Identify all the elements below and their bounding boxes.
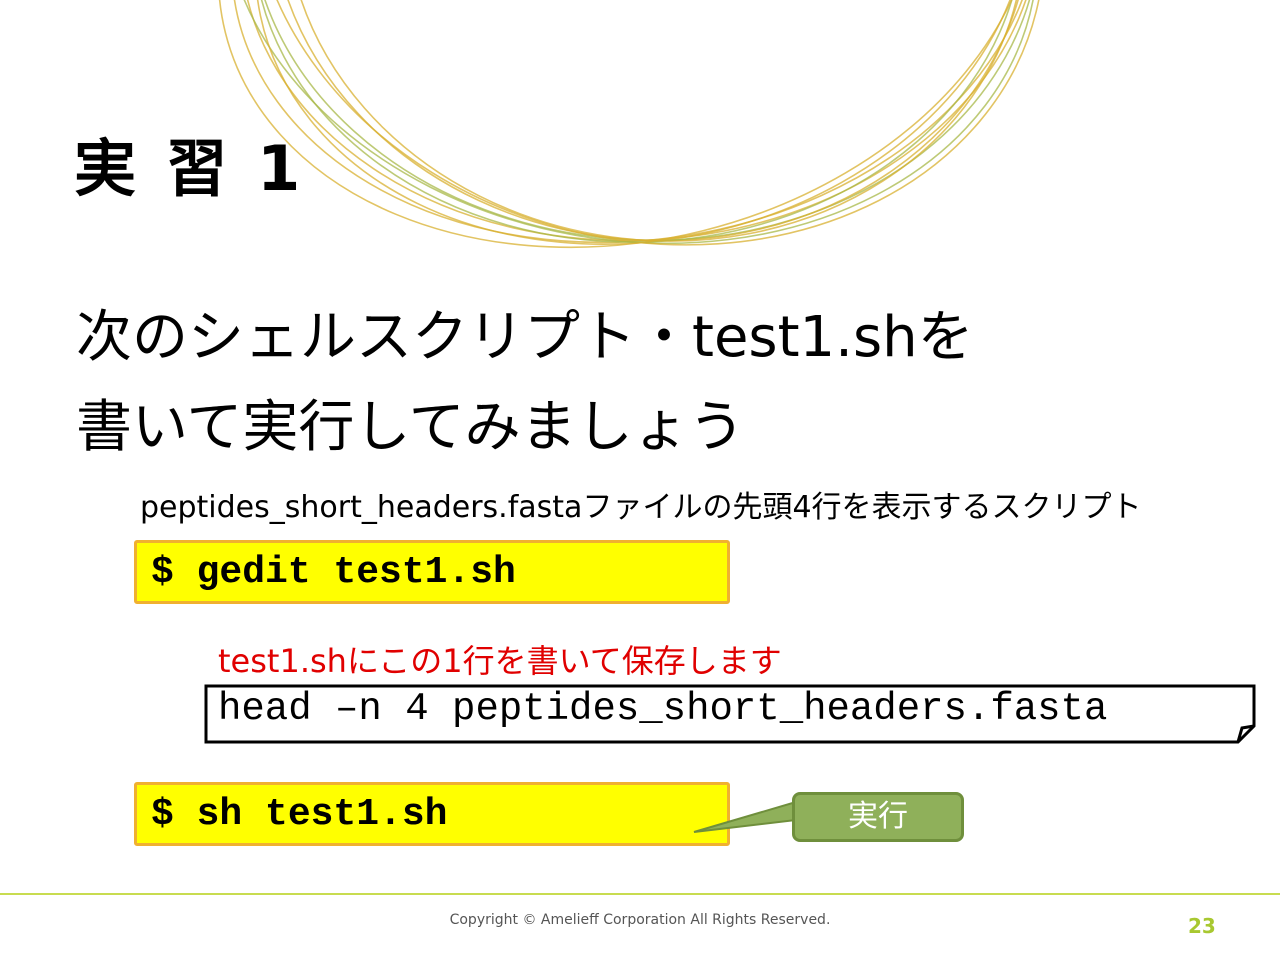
- ring-line: [269, 0, 1031, 242]
- heading-line-1: 次のシェルスクリプト・test1.shを: [76, 305, 974, 370]
- ring-line: [252, 0, 1024, 243]
- code-line: head –n 4 peptides_short_headers.fasta: [218, 687, 1108, 731]
- callout-pointer: [693, 800, 797, 833]
- slide-title: 実 習 1: [74, 132, 305, 205]
- ring-line: [230, 0, 1040, 244]
- footer-divider: [0, 893, 1280, 895]
- ring-line: [221, 0, 1039, 245]
- ring-line: [239, 0, 1041, 242]
- heading-line-2: 書いて実行してみましょう: [76, 395, 745, 460]
- command-box-sh: $ sh test1.sh: [134, 782, 730, 846]
- description-text: peptides_short_headers.fastaファイルの先頭4行を表示…: [140, 490, 1142, 525]
- ring-line: [249, 0, 1041, 242]
- copyright-text: Copyright © Amelieff Corporation All Rig…: [449, 912, 831, 928]
- instruction-note: test1.shにこの1行を書いて保存します: [218, 642, 782, 680]
- page-number: 23: [1188, 914, 1216, 938]
- run-callout: 実行: [792, 792, 964, 842]
- ring-line: [251, 0, 1045, 246]
- command-box-gedit: $ gedit test1.sh: [134, 540, 730, 604]
